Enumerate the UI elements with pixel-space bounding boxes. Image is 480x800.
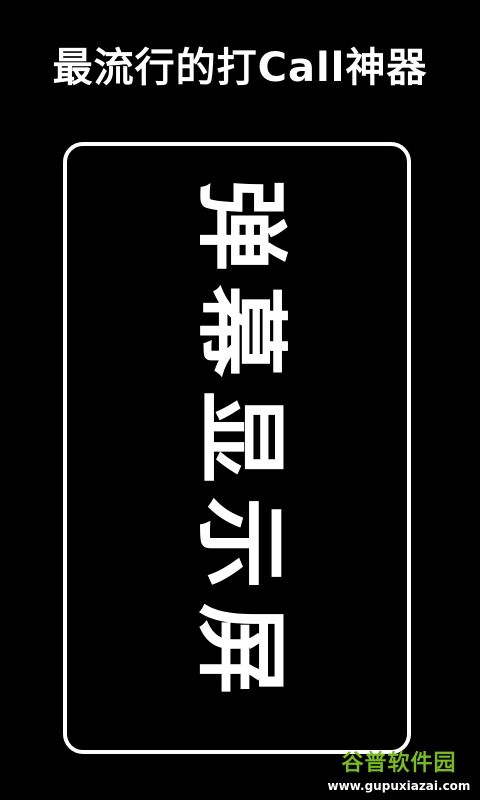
headline-title: 最流行的打Call神器 [52,45,428,91]
barrage-display-text: 弹幕显示屏 [187,178,294,710]
watermark-url: www.gupuxiazai.com [327,779,471,793]
app-screen: 最流行的打Call神器 弹幕显示屏 谷普软件园 www.gupuxiazai.c… [0,0,480,800]
watermark-logo: 谷普软件园 www.gupuxiazai.com [324,750,474,798]
watermark-title: 谷普软件园 [341,751,457,776]
